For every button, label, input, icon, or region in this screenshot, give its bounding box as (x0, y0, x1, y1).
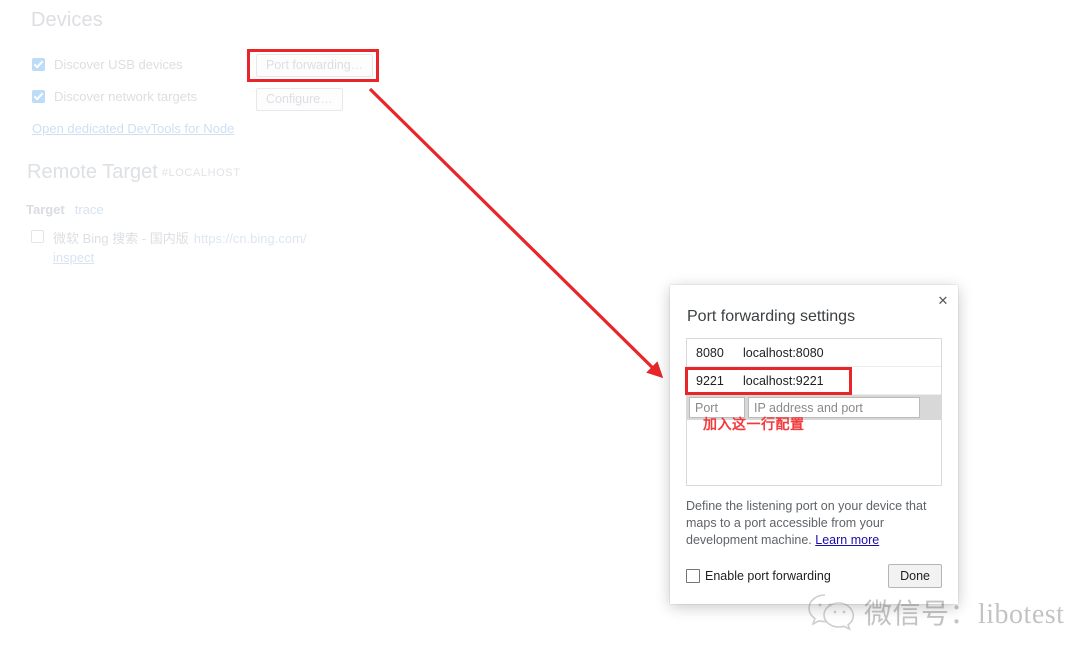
devices-heading: Devices (31, 9, 103, 31)
discover-network-targets-row[interactable]: Discover network targets (32, 89, 197, 104)
remote-target-heading: Remote Target #LOCALHOST (27, 161, 241, 184)
dialog-footer: Enable port forwarding Done (686, 562, 942, 604)
discover-usb-devices-row[interactable]: Discover USB devices (32, 57, 183, 72)
discover-usb-devices-label: Discover USB devices (54, 57, 183, 72)
dialog-description-text: Define the listening port on your device… (686, 499, 927, 547)
target-label: Target (26, 202, 65, 217)
port-forwarding-settings-dialog: ✕ Port forwarding settings 8080 localhos… (670, 285, 958, 604)
target-item-checkbox[interactable] (31, 230, 44, 243)
remote-target-heading-text: Remote Target (27, 161, 158, 183)
port-forwarding-button[interactable]: Port forwarding… (256, 54, 374, 77)
annotation-note-text: 加入这一行配置 (703, 416, 805, 432)
learn-more-link[interactable]: Learn more (815, 533, 879, 547)
port-forwarding-rules-table: 8080 localhost:8080 9221 localhost:9221 … (686, 338, 942, 486)
target-item-url: https://cn.bing.com/ (193, 231, 307, 246)
enable-port-forwarding-label: Enable port forwarding (705, 569, 831, 583)
target-list-item: 微软 Bing 搜索 - 国内版 https://cn.bing.com/ in… (31, 230, 361, 267)
discover-usb-devices-checkbox[interactable] (32, 58, 45, 71)
rule-destination: localhost:9221 (743, 373, 824, 388)
enable-port-forwarding-row[interactable]: Enable port forwarding (686, 569, 831, 583)
rule-port: 9221 (696, 373, 724, 388)
dialog-description: Define the listening port on your device… (686, 498, 942, 549)
open-dedicated-devtools-for-node-link[interactable]: Open dedicated DevTools for Node (32, 121, 234, 136)
target-item-title: 微软 Bing 搜索 - 国内版 (53, 231, 189, 246)
target-row: Target trace (26, 202, 104, 217)
target-name: trace (74, 202, 104, 217)
target-item-inspect-link[interactable]: inspect (53, 249, 361, 267)
enable-port-forwarding-checkbox[interactable] (686, 569, 700, 583)
remote-target-hash: #LOCALHOST (161, 167, 241, 179)
discover-network-targets-label: Discover network targets (54, 89, 198, 104)
done-button[interactable]: Done (888, 564, 942, 588)
discover-network-targets-checkbox[interactable] (32, 90, 45, 103)
rule-port: 8080 (696, 345, 724, 360)
rule-destination: localhost:8080 (743, 345, 824, 360)
close-icon[interactable]: ✕ (934, 292, 952, 310)
table-row[interactable]: 9221 localhost:9221 (687, 367, 941, 395)
table-row[interactable]: 8080 localhost:8080 (687, 339, 941, 367)
configure-button[interactable]: Configure… (256, 88, 343, 111)
dialog-title: Port forwarding settings (687, 308, 856, 325)
